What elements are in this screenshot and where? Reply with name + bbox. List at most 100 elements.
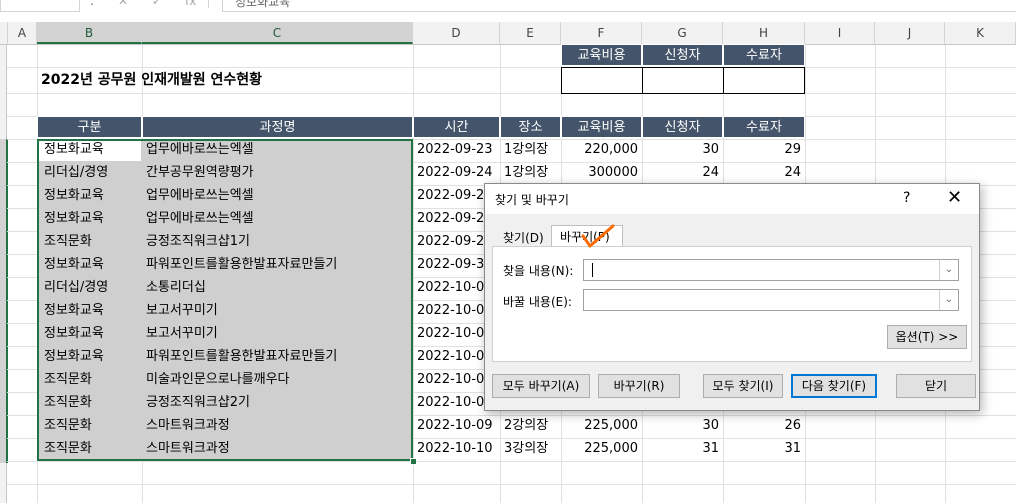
column-header[interactable]: C [142,22,413,44]
column-header[interactable]: A [8,22,37,44]
summary-value-cell[interactable] [642,67,724,94]
course-cell[interactable]: 스마트워크과정 [142,415,413,437]
column-header[interactable]: E [500,22,561,44]
help-icon[interactable]: ? [903,190,910,206]
select-all-corner[interactable] [0,22,8,44]
category-cell[interactable]: 리더십/경영 [40,162,142,184]
insert-function-icon[interactable]: fx [176,0,206,8]
completers-cell[interactable]: 31 [723,438,805,460]
summary-value-cell[interactable] [723,67,805,94]
course-cell[interactable]: 스마트워크과정 [142,438,413,460]
summary-header-cell[interactable]: 교육비용 [561,44,642,66]
close-button[interactable]: 닫기 [896,374,976,398]
table-header-cell[interactable]: 신청자 [642,116,723,138]
cost-cell[interactable]: 220,000 [561,139,642,161]
completers-cell[interactable]: 24 [723,162,805,184]
course-cell[interactable]: 긍정조직워크샵1기 [142,231,413,253]
name-box[interactable] [0,0,80,12]
summary-header-cell[interactable]: 신청자 [642,44,723,66]
date-cell[interactable]: 2022-09-24 [413,162,500,184]
cost-cell[interactable]: 225,000 [561,415,642,437]
category-cell[interactable]: 정보화교육 [40,323,142,345]
replace-all-button[interactable]: 모두 바꾸기(A) [492,374,590,398]
course-cell[interactable]: 업무에바로쓰는엑셀 [142,185,413,207]
course-cell[interactable]: 업무에바로쓰는엑셀 [142,208,413,230]
formula-input[interactable]: 정보화교육 [222,0,1016,12]
column-headers: A B C D E F G H I J K [0,22,1016,45]
category-cell[interactable]: 정보화교육 [40,254,142,276]
course-cell[interactable]: 보고서꾸미기 [142,300,413,322]
find-next-button[interactable]: 다음 찾기(F) [791,374,877,398]
table-header-cell[interactable]: 시간 [413,116,500,138]
applicants-cell[interactable]: 30 [642,139,723,161]
course-cell[interactable]: 업무에바로쓰는엑셀 [142,139,413,161]
chevron-down-icon[interactable]: ⌄ [939,290,958,310]
category-cell[interactable]: 정보화교육 [40,208,142,230]
dialog-title: 찾기 및 바꾸기 [495,193,569,207]
column-header[interactable]: I [805,22,875,44]
category-cell[interactable]: 정보화교육 [40,139,142,161]
table-header-cell[interactable]: 수료자 [723,116,805,138]
category-cell[interactable]: 정보화교육 [40,185,142,207]
course-cell[interactable]: 소통리더십 [142,277,413,299]
chevron-down-icon[interactable]: ⌄ [939,260,958,280]
date-cell[interactable]: 2022-10-09 [413,415,500,437]
gridline [7,484,1016,485]
find-what-input[interactable]: ⌄ [583,259,959,281]
date-cell[interactable]: 2022-10-10 [413,438,500,460]
column-header[interactable]: J [875,22,945,44]
table-header-cell[interactable]: 장소 [500,116,561,138]
cost-cell[interactable]: 300000 [561,162,642,184]
summary-header-cell[interactable]: 수료자 [723,44,805,66]
room-cell[interactable]: 3강의장 [500,438,561,460]
applicants-cell[interactable]: 24 [642,162,723,184]
column-header[interactable]: F [561,22,642,44]
column-header[interactable]: B [37,22,142,44]
gridline [7,67,1016,68]
course-cell[interactable]: 보고서꾸미기 [142,323,413,345]
gridline [7,93,1016,94]
table-header-cell[interactable]: 구분 [37,116,142,138]
category-cell[interactable]: 조직문화 [40,415,142,437]
cost-cell[interactable]: 225,000 [561,438,642,460]
sheet-title[interactable]: 2022년 공무원 인재개발원 연수현황 [41,69,441,91]
completers-cell[interactable]: 26 [723,415,805,437]
course-cell[interactable]: 긍정조직워크샵2기 [142,392,413,414]
room-cell[interactable]: 1강의장 [500,162,561,184]
column-header[interactable]: K [945,22,1016,44]
column-header[interactable]: H [723,22,805,44]
column-header[interactable]: G [642,22,723,44]
table-header-cell[interactable]: 교육비용 [561,116,642,138]
close-icon[interactable]: ✕ [947,187,962,208]
options-button[interactable]: 옵션(T) >> [887,325,967,349]
replace-button[interactable]: 바꾸기(R) [598,374,680,398]
replace-with-label: 바꿀 내용(E): [503,295,572,309]
table-header-cell[interactable]: 과정명 [142,116,413,138]
applicants-cell[interactable]: 31 [642,438,723,460]
category-cell[interactable]: 조직문화 [40,392,142,414]
row-headers[interactable] [0,45,8,503]
column-header[interactable]: D [413,22,500,44]
summary-value-cell[interactable] [561,67,643,94]
gridline [7,461,1016,462]
applicants-cell[interactable]: 30 [642,415,723,437]
category-cell[interactable]: 조직문화 [40,231,142,253]
replace-with-input[interactable]: ⌄ [583,289,959,311]
room-cell[interactable]: 2강의장 [500,415,561,437]
category-cell[interactable]: 리더십/경영 [40,277,142,299]
cancel-icon[interactable]: ✕ [108,0,138,8]
completers-cell[interactable]: 29 [723,139,805,161]
course-cell[interactable]: 간부공무원역량평가 [142,162,413,184]
category-cell[interactable]: 정보화교육 [40,346,142,368]
course-cell[interactable]: 미술과인문으로나를깨우다 [142,369,413,391]
find-all-button[interactable]: 모두 찾기(I) [703,374,783,398]
category-cell[interactable]: 정보화교육 [40,300,142,322]
category-cell[interactable]: 조직문화 [40,438,142,460]
category-cell[interactable]: 조직문화 [40,369,142,391]
dialog-titlebar[interactable]: 찾기 및 바꾸기 ? ✕ [485,184,979,214]
enter-icon[interactable]: ✓ [142,0,172,8]
course-cell[interactable]: 파워포인트를활용한발표자료만들기 [142,346,413,368]
date-cell[interactable]: 2022-09-23 [413,139,500,161]
room-cell[interactable]: 1강의장 [500,139,561,161]
course-cell[interactable]: 파워포인트를활용한발표자료만들기 [142,254,413,276]
